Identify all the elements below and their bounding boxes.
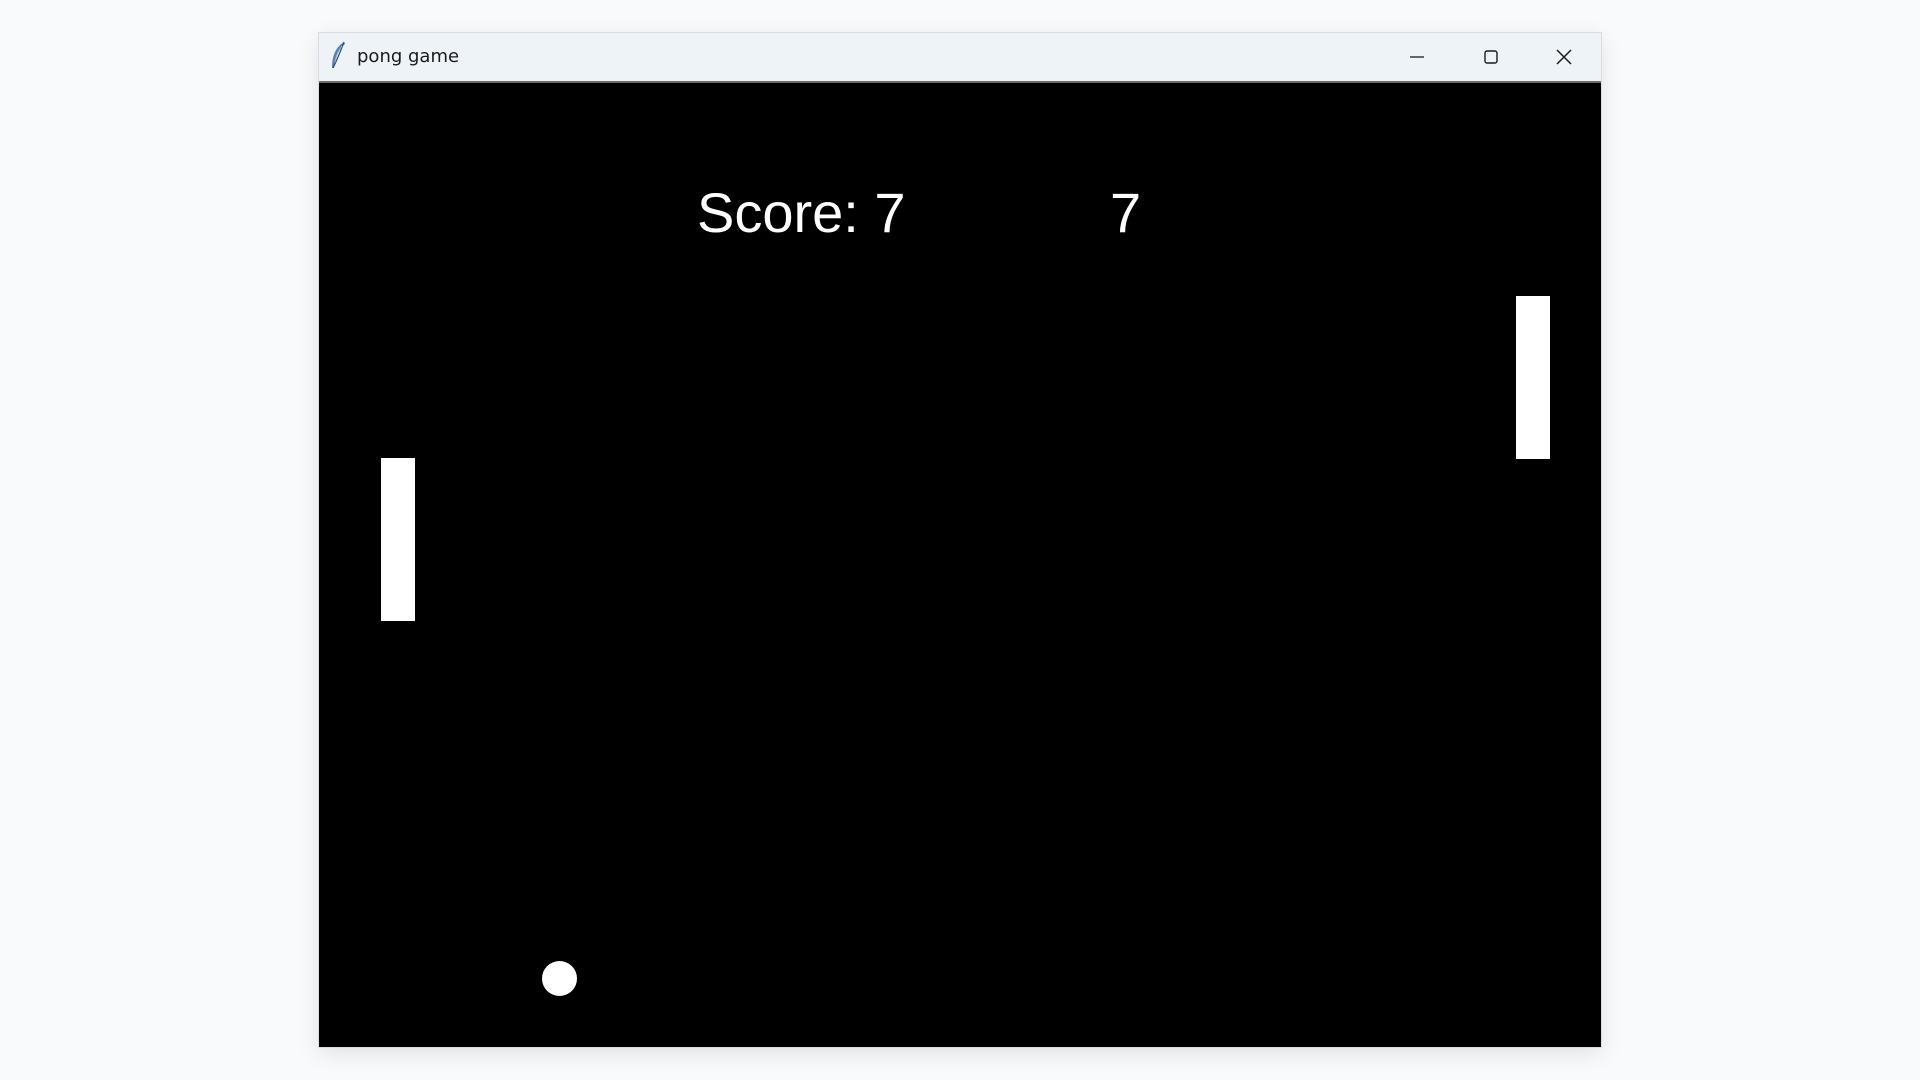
close-button[interactable] (1527, 33, 1601, 81)
game-canvas[interactable]: Score: 7 7 (319, 83, 1601, 1047)
right-paddle (1516, 296, 1550, 459)
left-paddle (381, 458, 415, 621)
maximize-button[interactable] (1454, 33, 1528, 81)
minimize-button[interactable] (1380, 33, 1454, 81)
window-title: pong game (357, 46, 460, 67)
feather-icon (329, 41, 349, 71)
close-icon (1555, 48, 1573, 66)
score-right: 7 (1110, 181, 1142, 244)
score-left: Score: 7 (697, 181, 906, 244)
maximize-icon (1483, 49, 1499, 65)
ball (542, 961, 577, 996)
minimize-icon (1409, 49, 1425, 65)
app-window: pong game Score: 7 7 (319, 33, 1601, 1047)
title-bar[interactable]: pong game (319, 33, 1601, 83)
